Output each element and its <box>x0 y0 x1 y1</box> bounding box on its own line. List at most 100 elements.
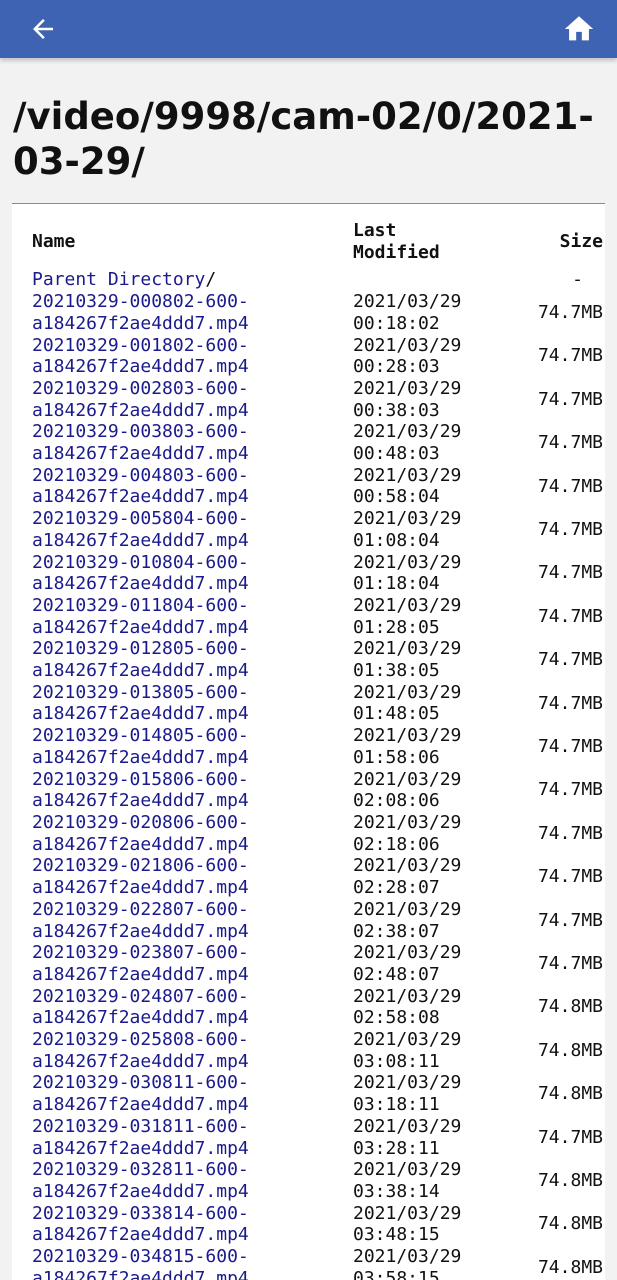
home-button[interactable] <box>559 9 599 49</box>
modified-date: 2021/03/29 <box>353 855 462 877</box>
file-link[interactable]: 20210329-024807-600- a184267f2ae4ddd7.mp4 <box>32 986 353 1029</box>
modified-date: 2021/03/29 <box>353 638 462 660</box>
table-row: 20210329-032811-600- a184267f2ae4ddd7.mp4… <box>32 1159 603 1202</box>
file-link[interactable]: 20210329-002803-600- a184267f2ae4ddd7.mp4 <box>32 378 353 421</box>
file-link[interactable]: 20210329-015806-600- a184267f2ae4ddd7.mp4 <box>32 769 353 812</box>
table-row: 20210329-020806-600- a184267f2ae4ddd7.mp4… <box>32 812 603 855</box>
table-row: 20210329-021806-600- a184267f2ae4ddd7.mp4… <box>32 855 603 898</box>
file-size: 74.7MB <box>537 518 603 540</box>
file-link[interactable]: 20210329-011804-600- a184267f2ae4ddd7.mp4 <box>32 595 353 638</box>
table-row: 20210329-001802-600- a184267f2ae4ddd7.mp4… <box>32 335 603 378</box>
modified-time: 02:48:07 <box>353 963 440 985</box>
modified-time: 03:48:15 <box>353 1224 440 1246</box>
file-name-part2: a184267f2ae4ddd7.mp4 <box>32 529 249 551</box>
file-name-part1: 20210329-022807-600- <box>32 898 249 920</box>
file-link[interactable]: 20210329-030811-600- a184267f2ae4ddd7.mp4 <box>32 1072 353 1115</box>
modified-time: 01:18:04 <box>353 573 440 595</box>
file-size: 74.7MB <box>537 909 603 931</box>
column-header-size-label: Size <box>559 230 603 252</box>
table-row: 20210329-010804-600- a184267f2ae4ddd7.mp4… <box>32 552 603 595</box>
modified-time: 00:38:03 <box>353 399 440 421</box>
file-name-part2: a184267f2ae4ddd7.mp4 <box>32 703 249 725</box>
column-header-name[interactable]: Name <box>32 220 353 269</box>
file-table: Name Last Modified Size Parent Directory… <box>32 220 603 1280</box>
table-row: 20210329-003803-600- a184267f2ae4ddd7.mp4… <box>32 421 603 464</box>
file-link[interactable]: 20210329-004803-600- a184267f2ae4ddd7.mp4 <box>32 465 353 508</box>
file-name-part1: 20210329-031811-600- <box>32 1115 249 1137</box>
file-link[interactable]: 20210329-005804-600- a184267f2ae4ddd7.mp4 <box>32 508 353 551</box>
file-size: 74.7MB <box>537 388 603 410</box>
file-link[interactable]: 20210329-031811-600- a184267f2ae4ddd7.mp4 <box>32 1116 353 1159</box>
modified-time: 03:08:11 <box>353 1050 440 1072</box>
file-size: 74.7MB <box>537 692 603 714</box>
modified-time: 01:58:06 <box>353 746 440 768</box>
file-link[interactable]: 20210329-001802-600- a184267f2ae4ddd7.mp4 <box>32 335 353 378</box>
modified-date: 2021/03/29 <box>353 942 462 964</box>
back-button[interactable] <box>24 10 62 48</box>
file-name-part1: 20210329-003803-600- <box>32 421 249 443</box>
table-row: 20210329-002803-600- a184267f2ae4ddd7.mp4… <box>32 378 603 421</box>
table-row: 20210329-022807-600- a184267f2ae4ddd7.mp4… <box>32 899 603 942</box>
file-name-part2: a184267f2ae4ddd7.mp4 <box>32 399 249 421</box>
file-link[interactable]: 20210329-022807-600- a184267f2ae4ddd7.mp4 <box>32 899 353 942</box>
file-name-part1: 20210329-014805-600- <box>32 725 249 747</box>
modified-date: 2021/03/29 <box>353 811 462 833</box>
file-size: 74.7MB <box>537 432 603 454</box>
file-link[interactable]: 20210329-014805-600- a184267f2ae4ddd7.mp4 <box>32 725 353 768</box>
file-name-part2: a184267f2ae4ddd7.mp4 <box>32 963 249 985</box>
modified-date: 2021/03/29 <box>353 421 462 443</box>
file-name-part1: 20210329-002803-600- <box>32 377 249 399</box>
modified-time: 03:38:14 <box>353 1180 440 1202</box>
file-name-part1: 20210329-011804-600- <box>32 594 249 616</box>
file-size: 74.8MB <box>537 1213 603 1235</box>
table-row: 20210329-023807-600- a184267f2ae4ddd7.mp4… <box>32 942 603 985</box>
file-link[interactable]: 20210329-032811-600- a184267f2ae4ddd7.mp4 <box>32 1159 353 1202</box>
file-link[interactable]: 20210329-033814-600- a184267f2ae4ddd7.mp4 <box>32 1203 353 1246</box>
file-name-part2: a184267f2ae4ddd7.mp4 <box>32 573 249 595</box>
file-link[interactable]: 20210329-000802-600- a184267f2ae4ddd7.mp4 <box>32 291 353 334</box>
modified-time: 02:38:07 <box>353 920 440 942</box>
table-row: 20210329-033814-600- a184267f2ae4ddd7.mp4… <box>32 1203 603 1246</box>
table-row: 20210329-013805-600- a184267f2ae4ddd7.mp4… <box>32 682 603 725</box>
modified-time: 03:28:11 <box>353 1137 440 1159</box>
table-row: 20210329-014805-600- a184267f2ae4ddd7.mp4… <box>32 725 603 768</box>
file-link[interactable]: 20210329-025808-600- a184267f2ae4ddd7.mp4 <box>32 1029 353 1072</box>
file-name-part2: a184267f2ae4ddd7.mp4 <box>32 1267 249 1280</box>
file-name-part2: a184267f2ae4ddd7.mp4 <box>32 877 249 899</box>
home-icon <box>564 16 594 41</box>
file-name-part1: 20210329-001802-600- <box>32 334 249 356</box>
file-size: 74.8MB <box>537 1083 603 1105</box>
modified-date: 2021/03/29 <box>353 508 462 530</box>
modified-date: 2021/03/29 <box>353 1159 462 1181</box>
file-name-part2: a184267f2ae4ddd7.mp4 <box>32 1050 249 1072</box>
table-row: 20210329-025808-600- a184267f2ae4ddd7.mp4… <box>32 1029 603 1072</box>
file-size: 74.7MB <box>537 562 603 584</box>
file-size: 74.7MB <box>537 301 603 323</box>
file-name-part2: a184267f2ae4ddd7.mp4 <box>32 1007 249 1029</box>
file-size: 74.7MB <box>537 953 603 975</box>
file-link[interactable]: 20210329-020806-600- a184267f2ae4ddd7.mp4 <box>32 812 353 855</box>
file-size: 74.7MB <box>537 866 603 888</box>
modified-date: 2021/03/29 <box>353 551 462 573</box>
modified-time: 00:18:02 <box>353 312 440 334</box>
file-name-part1: 20210329-024807-600- <box>32 985 249 1007</box>
file-size: 74.7MB <box>537 779 603 801</box>
file-name-part1: 20210329-023807-600- <box>32 942 249 964</box>
file-link[interactable]: 20210329-010804-600- a184267f2ae4ddd7.mp4 <box>32 552 353 595</box>
file-link[interactable]: 20210329-012805-600- a184267f2ae4ddd7.mp4 <box>32 638 353 681</box>
column-header-last-modified[interactable]: Last Modified <box>353 220 498 269</box>
column-header-size[interactable]: Size <box>498 220 603 269</box>
parent-directory-link[interactable]: Parent Directory <box>32 269 205 290</box>
file-name-part2: a184267f2ae4ddd7.mp4 <box>32 1224 249 1246</box>
file-link[interactable]: 20210329-003803-600- a184267f2ae4ddd7.mp4 <box>32 421 353 464</box>
file-link[interactable]: 20210329-013805-600- a184267f2ae4ddd7.mp4 <box>32 682 353 725</box>
file-link[interactable]: 20210329-021806-600- a184267f2ae4ddd7.mp4 <box>32 855 353 898</box>
file-name-part1: 20210329-004803-600- <box>32 464 249 486</box>
file-link[interactable]: 20210329-023807-600- a184267f2ae4ddd7.mp4 <box>32 942 353 985</box>
modified-date: 2021/03/29 <box>353 1115 462 1137</box>
file-name-part1: 20210329-033814-600- <box>32 1202 249 1224</box>
file-link[interactable]: 20210329-034815-600- a184267f2ae4ddd7.mp4 <box>32 1246 353 1280</box>
file-name-part1: 20210329-020806-600- <box>32 811 249 833</box>
modified-time: 02:08:06 <box>353 790 440 812</box>
table-row: 20210329-012805-600- a184267f2ae4ddd7.mp4… <box>32 638 603 681</box>
